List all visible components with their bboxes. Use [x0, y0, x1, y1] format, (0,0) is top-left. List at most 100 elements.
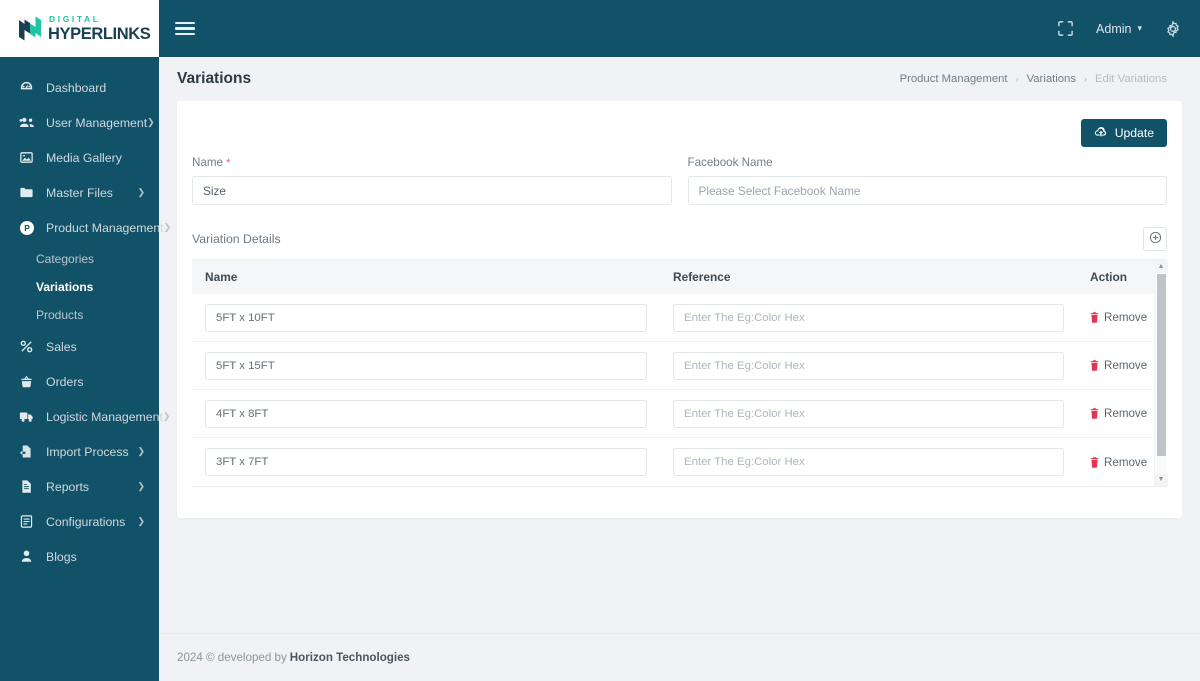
remove-label: Remove [1104, 455, 1148, 469]
sidebar-item-label: User Management [46, 115, 148, 130]
sidebar: DIGITAL HYPERLINKS Dashboard User Manage… [0, 0, 171, 681]
row-name-input[interactable] [205, 303, 647, 332]
logo-mark-icon [17, 15, 43, 42]
admin-dropdown[interactable]: Admin ▾ [1096, 22, 1142, 36]
hamburger-menu-button[interactable] [175, 18, 195, 39]
row-action-cell: Remove [1077, 407, 1153, 420]
logo-bottom-text: HYPERLINKS [48, 24, 151, 43]
row-reference-input[interactable] [673, 448, 1064, 476]
table-vertical-scrollbar[interactable]: ▲ ▼ [1154, 260, 1168, 486]
sidebar-subitem-categories[interactable]: Categories [0, 245, 159, 273]
breadcrumb-separator-icon: › [1083, 74, 1087, 84]
remove-row-button[interactable]: Remove [1090, 407, 1147, 420]
row-reference-input[interactable] [673, 303, 1064, 332]
fullscreen-icon[interactable] [1057, 20, 1074, 37]
scroll-down-arrow-icon[interactable]: ▼ [1154, 473, 1168, 486]
folder-icon [17, 183, 36, 202]
chevron-right-icon: ❯ [137, 446, 145, 456]
gear-icon[interactable] [1164, 19, 1182, 38]
topbar-actions: Admin ▾ [1057, 19, 1182, 38]
sidebar-item-configurations[interactable]: Configurations ❯ [0, 504, 159, 539]
row-name-input[interactable] [205, 351, 647, 380]
footer-prefix: 2024 © developed by [177, 651, 287, 664]
update-button[interactable]: Update [1080, 119, 1167, 147]
column-header-name: Name [205, 270, 238, 284]
sidebar-item-sales[interactable]: Sales [0, 329, 159, 364]
table-header-row: Name Reference Action [192, 260, 1167, 294]
sidebar-item-media-gallery[interactable]: Media Gallery [0, 140, 159, 175]
sidebar-item-orders[interactable]: Orders [0, 364, 159, 399]
remove-row-button[interactable]: Remove [1090, 456, 1147, 469]
required-asterisk: * [226, 157, 231, 169]
chevron-right-icon: ❯ [162, 411, 171, 421]
row-reference-input[interactable] [673, 399, 1064, 428]
footer-company: Horizon Technologies [289, 651, 410, 664]
scrollbar-track[interactable] [1155, 273, 1168, 473]
card-action-row: Update [192, 119, 1167, 147]
sidebar-item-label: Logistic Management [46, 409, 163, 424]
row-name-input[interactable] [205, 399, 647, 428]
table-footer-divider [192, 486, 1167, 506]
top-form-row: Name * Facebook Name [192, 156, 1167, 205]
sidebar-item-label: Configurations [46, 514, 126, 529]
sidebar-item-dashboard[interactable]: Dashboard [0, 70, 159, 105]
row-name-input[interactable] [205, 448, 647, 476]
name-label: Name * [192, 156, 672, 169]
remove-row-button[interactable]: Remove [1090, 359, 1147, 372]
facebook-name-field-group: Facebook Name [687, 156, 1167, 205]
row-action-cell: Remove [1077, 456, 1153, 469]
sidebar-item-user-management[interactable]: User Management ❯ [0, 105, 159, 140]
row-name-cell [192, 399, 660, 428]
name-label-text: Name [192, 156, 223, 169]
content-area: Update Name * Facebook Name [159, 101, 1200, 633]
chevron-down-icon: ❯ [163, 222, 172, 232]
remove-label: Remove [1104, 407, 1148, 420]
topbar: Admin ▾ [159, 0, 1200, 57]
percent-icon [17, 337, 36, 356]
name-input[interactable] [192, 176, 672, 205]
row-name-cell [192, 303, 660, 332]
column-header-reference: Reference [673, 270, 731, 284]
trash-icon [1090, 360, 1099, 371]
table-body: Remove [192, 294, 1167, 486]
dashboard-icon [17, 78, 36, 97]
chevron-right-icon: ❯ [137, 187, 145, 197]
chevron-right-icon: ❯ [137, 481, 145, 491]
trash-icon [1090, 312, 1099, 323]
add-variation-button[interactable] [1143, 227, 1167, 251]
sidebar-item-label: Media Gallery [46, 150, 122, 165]
breadcrumb-item-variations[interactable]: Variations [1027, 73, 1076, 85]
sidebar-subitem-variations[interactable]: Variations [0, 273, 159, 301]
row-reference-input[interactable] [673, 351, 1064, 380]
chevron-down-icon: ▾ [1137, 23, 1142, 33]
sidebar-item-import-process[interactable]: Import Process ❯ [0, 434, 159, 469]
sidebar-item-label: Dashboard [46, 80, 107, 95]
row-name-cell [192, 351, 660, 380]
remove-label: Remove [1104, 359, 1148, 372]
remove-row-button[interactable]: Remove [1090, 311, 1147, 324]
breadcrumb-item-product-management[interactable]: Product Management [900, 73, 1008, 85]
page-footer: 2024 © developed by Horizon Technologies [159, 633, 1200, 681]
logo-top-text: DIGITAL [49, 14, 101, 24]
sidebar-item-product-management[interactable]: P Product Management ❯ [0, 210, 171, 245]
sidebar-subitem-products[interactable]: Products [0, 301, 159, 329]
brand-logo[interactable]: DIGITAL HYPERLINKS [0, 0, 159, 57]
scrollbar-thumb[interactable] [1156, 274, 1166, 457]
name-field-group: Name * [192, 156, 672, 205]
sidebar-item-reports[interactable]: Reports ❯ [0, 469, 159, 504]
sidebar-subitem-label: Categories [36, 252, 95, 266]
sidebar-item-label: Blogs [46, 549, 77, 564]
variation-details-table: Name Reference Action 5FT x 10FT Enter T… [192, 259, 1168, 486]
sidebar-item-blogs[interactable]: Blogs [0, 539, 159, 574]
chevron-right-icon: ❯ [147, 117, 155, 127]
facebook-name-input[interactable] [687, 176, 1167, 205]
chevron-right-icon: ❯ [137, 516, 145, 526]
row-reference-cell [660, 399, 1077, 428]
sidebar-item-logistic-management[interactable]: Logistic Management ❯ [0, 399, 170, 434]
file-import-icon [17, 442, 36, 461]
sidebar-item-master-files[interactable]: Master Files ❯ [0, 175, 159, 210]
config-icon [17, 512, 36, 531]
scroll-up-arrow-icon[interactable]: ▲ [1154, 260, 1168, 273]
product-icon: P [17, 218, 36, 237]
table-row: Remove [192, 342, 1153, 390]
